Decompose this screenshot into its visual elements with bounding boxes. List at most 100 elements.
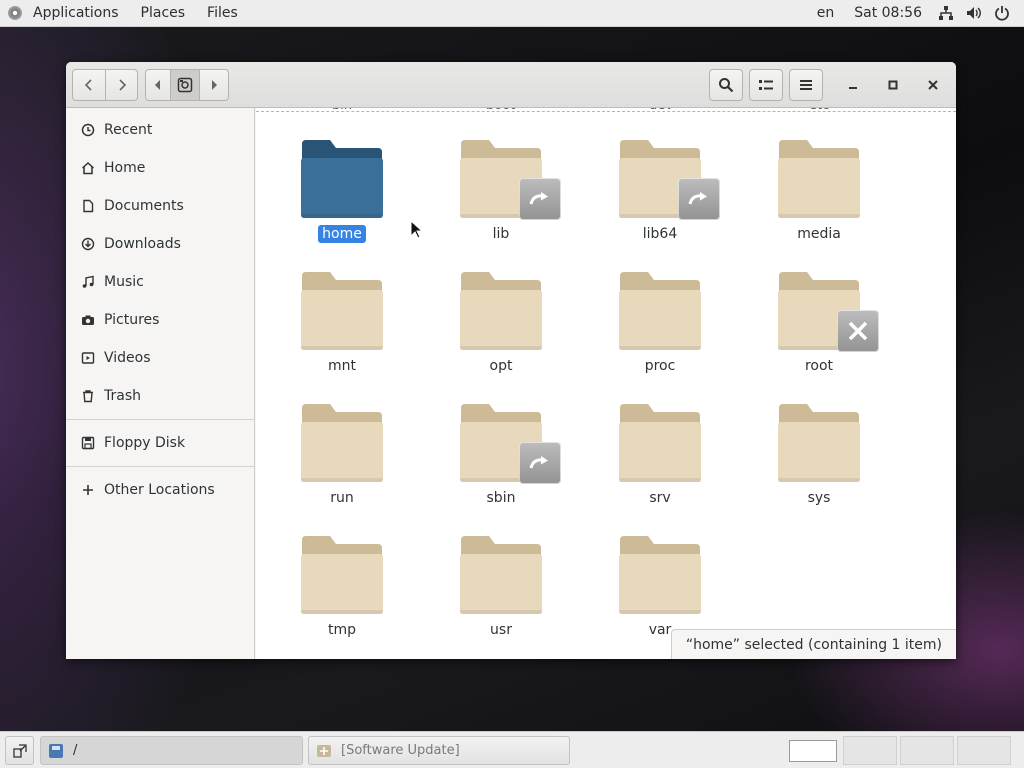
folder-item[interactable]: lib64 xyxy=(574,138,720,258)
search-icon xyxy=(719,78,734,93)
folder-item[interactable]: run xyxy=(256,402,396,522)
workspace-3[interactable] xyxy=(900,736,954,765)
path-root-button[interactable] xyxy=(170,69,200,101)
symlink-emblem-icon xyxy=(519,178,561,220)
applications-menu[interactable]: Applications xyxy=(22,5,130,21)
folder-item[interactable]: lib xyxy=(415,138,561,258)
network-icon[interactable] xyxy=(932,5,960,21)
sidebar-item-home[interactable]: Home xyxy=(66,149,254,187)
places-menu[interactable]: Places xyxy=(130,5,197,21)
path-right-button[interactable] xyxy=(199,69,229,101)
folder-icon xyxy=(778,140,860,218)
arrow-left-icon xyxy=(155,80,160,90)
sidebar-item-label: Pictures xyxy=(104,312,160,328)
input-language[interactable]: en xyxy=(807,5,845,21)
download-icon xyxy=(80,236,96,252)
folder-label: root xyxy=(733,358,905,374)
sidebar-item-music[interactable]: Music xyxy=(66,263,254,301)
files-window: Recent Home Documents Downloads Music Pi… xyxy=(66,62,956,659)
folder-icon xyxy=(460,272,542,350)
music-icon xyxy=(80,274,96,290)
sidebar-item-label: Other Locations xyxy=(104,482,215,498)
sidebar-item-recent[interactable]: Recent xyxy=(66,111,254,149)
files-app-menu[interactable]: Files xyxy=(196,5,249,21)
applications-icon[interactable] xyxy=(8,6,22,20)
show-desktop-button[interactable] xyxy=(5,736,34,765)
view-toggle-button[interactable] xyxy=(749,69,783,101)
folder-icon xyxy=(778,404,860,482)
sidebar-item-documents[interactable]: Documents xyxy=(66,187,254,225)
clock-icon xyxy=(80,122,96,138)
workspace-2[interactable] xyxy=(843,736,897,765)
folder-label: run xyxy=(256,490,428,506)
sidebar-item-floppy-disk[interactable]: Floppy Disk xyxy=(66,424,254,462)
sidebar-item-label: Home xyxy=(104,160,146,176)
power-icon[interactable] xyxy=(988,5,1016,21)
symlink-emblem-icon xyxy=(519,442,561,484)
close-button[interactable] xyxy=(918,69,948,101)
folder-item[interactable]: home xyxy=(256,138,396,258)
close-icon xyxy=(928,80,938,90)
trash-icon xyxy=(80,388,96,404)
folder-label: lib xyxy=(415,226,587,242)
folder-name: srv xyxy=(649,490,671,506)
folder-item[interactable]: tmp xyxy=(256,534,396,654)
sidebar: Recent Home Documents Downloads Music Pi… xyxy=(66,108,255,659)
folder-item[interactable]: usr xyxy=(415,534,555,654)
folder-item[interactable]: root xyxy=(733,270,879,390)
taskbar-software-update[interactable]: [Software Update] xyxy=(308,736,570,765)
folder-label: tmp xyxy=(256,622,428,638)
sidebar-item-trash[interactable]: Trash xyxy=(66,377,254,415)
sidebar-item-pictures[interactable]: Pictures xyxy=(66,301,254,339)
task-label: / xyxy=(73,743,78,758)
plus-icon xyxy=(80,482,96,498)
cut-label[interactable]: etc xyxy=(809,108,829,113)
file-view[interactable]: bin boot dev etc home lib lib64 media mnt opt… xyxy=(256,108,956,659)
folder-name: usr xyxy=(490,622,512,638)
folder-label: sys xyxy=(733,490,905,506)
sidebar-item-label: Trash xyxy=(104,388,141,404)
workspace-4[interactable] xyxy=(957,736,1011,765)
search-button[interactable] xyxy=(709,69,743,101)
workspace-1[interactable] xyxy=(789,740,837,762)
cut-label[interactable]: boot xyxy=(486,108,515,113)
menu-button[interactable] xyxy=(789,69,823,101)
folder-label: sbin xyxy=(415,490,587,506)
forward-button[interactable] xyxy=(105,69,138,101)
sidebar-item-other-locations[interactable]: Other Locations xyxy=(66,471,254,509)
folder-item[interactable]: sys xyxy=(733,402,873,522)
clock[interactable]: Sat 08:56 xyxy=(844,5,932,21)
folder-item[interactable]: sbin xyxy=(415,402,561,522)
taskbar-files-window[interactable]: / xyxy=(40,736,303,765)
folder-item[interactable]: srv xyxy=(574,402,714,522)
sidebar-item-videos[interactable]: Videos xyxy=(66,339,254,377)
back-icon xyxy=(84,79,92,91)
video-icon xyxy=(80,350,96,366)
folder-item[interactable]: media xyxy=(733,138,873,258)
back-button[interactable] xyxy=(72,69,106,101)
folder-icon xyxy=(619,404,701,482)
path-left-button[interactable] xyxy=(145,69,171,101)
file-manager-icon xyxy=(49,743,63,758)
folder-label: srv xyxy=(574,490,746,506)
status-bar: “home” selected (containing 1 item) xyxy=(670,629,956,659)
sidebar-item-label: Recent xyxy=(104,122,153,138)
maximize-button[interactable] xyxy=(878,69,908,101)
volume-icon[interactable] xyxy=(960,5,988,21)
folder-item[interactable]: mnt xyxy=(256,270,396,390)
folder-name: run xyxy=(330,490,354,506)
folder-icon xyxy=(301,404,383,482)
folder-item[interactable]: proc xyxy=(574,270,714,390)
folder-item[interactable]: opt xyxy=(415,270,555,390)
minimize-button[interactable] xyxy=(838,69,868,101)
folder-label: proc xyxy=(574,358,746,374)
cut-label[interactable]: bin xyxy=(332,108,352,113)
cut-label[interactable]: dev xyxy=(649,108,673,113)
sidebar-item-label: Videos xyxy=(104,350,151,366)
folder-name: home xyxy=(318,225,366,243)
folder-name: opt xyxy=(489,358,513,374)
sidebar-item-downloads[interactable]: Downloads xyxy=(66,225,254,263)
folder-name: lib64 xyxy=(642,226,678,242)
sidebar-item-label: Downloads xyxy=(104,236,181,252)
folder-name: sys xyxy=(807,490,831,506)
